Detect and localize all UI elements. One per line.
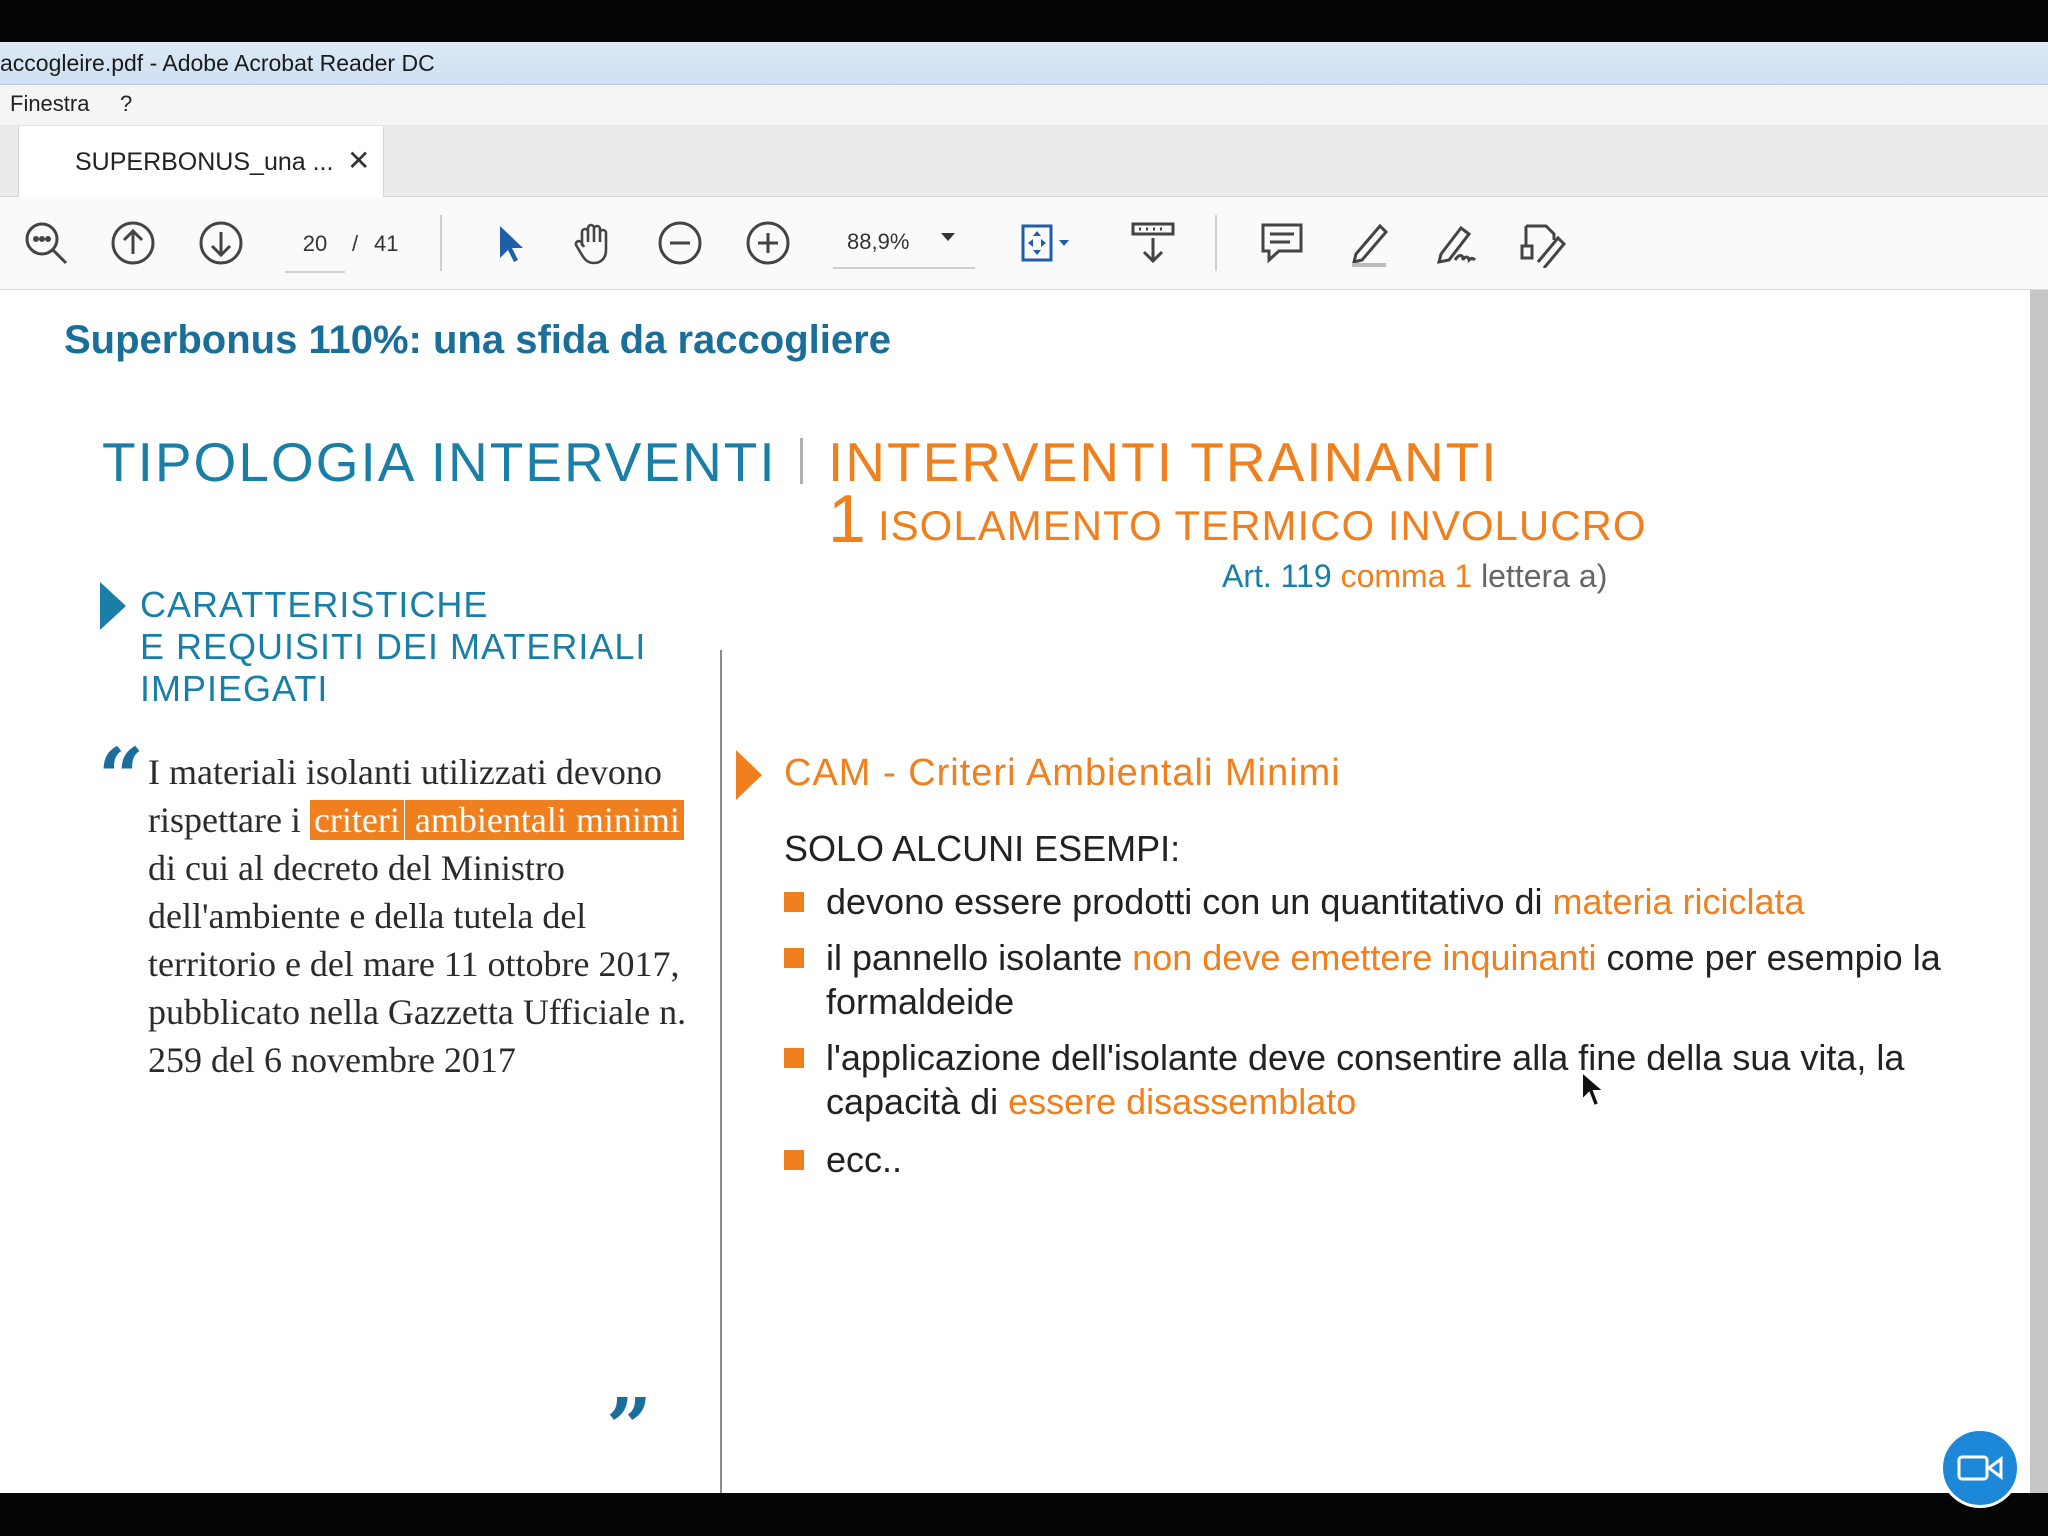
window-title: accogleire.pdf - Adobe Acrobat Reader DC [0, 50, 435, 76]
total-pages: 41 [374, 231, 399, 256]
left-heading-line: E REQUISITI DEI MATERIALI [140, 626, 647, 667]
title-divider [800, 438, 803, 484]
tab-close-icon[interactable]: ✕ [347, 144, 370, 177]
bottom-black-bar [0, 1493, 2048, 1536]
select-arrow-icon[interactable] [480, 215, 536, 271]
left-heading-line: CARATTERISTICHE [140, 584, 489, 625]
bullet-item: l'applicazione dell'isolante deve consen… [826, 1036, 1976, 1124]
open-quote-icon: “ [98, 730, 145, 824]
toolbar: / 41 [0, 197, 2048, 290]
section-title: TIPOLOGIA INTERVENTI [102, 431, 777, 493]
bullet-text: devono essere prodotti con un quantitati… [826, 881, 1553, 922]
article-comma: comma 1 [1340, 558, 1473, 594]
top-black-bar [0, 0, 2048, 42]
comment-icon[interactable] [1254, 215, 1310, 271]
window-titlebar: accogleire.pdf - Adobe Acrobat Reader DC [0, 42, 2048, 85]
page-number-input[interactable] [285, 217, 345, 273]
zoom-out-icon[interactable] [652, 215, 708, 271]
mouse-cursor-icon [1581, 1070, 1606, 1108]
toolbar-divider [1215, 215, 1217, 271]
bullet-text: il pannello isolante [826, 937, 1133, 978]
fit-page-icon[interactable] [1012, 215, 1088, 271]
bullet-highlight: non deve emettere inquinanti [1132, 937, 1597, 978]
article-number: Art. 119 [1222, 558, 1332, 594]
bullet-square-icon [784, 892, 804, 912]
main-title: INTERVENTI TRAINANTI [828, 431, 1499, 493]
bullet-square-icon [784, 1150, 804, 1170]
menu-bar: Finestra ? [0, 85, 2048, 126]
highlight-icon[interactable] [1341, 215, 1397, 271]
close-quote-icon: ” [606, 1380, 653, 1474]
bullet-text: ecc.. [826, 1139, 903, 1180]
scroll-mode-icon[interactable] [1125, 215, 1181, 271]
examples-label: SOLO ALCUNI ESEMPI: [784, 828, 1181, 869]
page-up-icon[interactable] [105, 215, 161, 271]
subtitle: ISOLAMENTO TERMICO INVOLUCRO [878, 502, 1647, 549]
bullet-item: devono essere prodotti con un quantitati… [826, 880, 1976, 924]
bullet-text: l'applicazione dell'isolante deve consen… [826, 1037, 1905, 1122]
cam-triangle-icon [736, 750, 762, 800]
bullet-highlight: essere disassemblato [1008, 1081, 1357, 1122]
bullet-square-icon [784, 948, 804, 968]
zoom-in-icon[interactable] [740, 215, 796, 271]
document-page: Superbonus 110%: una sfida da raccoglier… [0, 290, 2030, 1493]
document-tab[interactable]: SUPERBONUS_una ... ✕ [18, 126, 384, 197]
hand-tool-icon[interactable] [565, 215, 621, 271]
bullet-item: il pannello isolante non deve emettere i… [826, 936, 1976, 1024]
left-heading-line: IMPIEGATI [140, 668, 329, 709]
tab-label: SUPERBONUS_una ... [75, 148, 334, 176]
zoom-level-input[interactable] [833, 217, 975, 269]
quote-part: di cui al decreto del Ministro dell'ambi… [148, 848, 687, 1080]
quote-highlight: ambientali minimi [404, 800, 684, 840]
tab-bar: SUPERBONUS_una ... ✕ [0, 126, 2048, 197]
page-separator: / [352, 231, 359, 256]
video-camera-button[interactable] [1940, 1428, 2020, 1508]
bullet-item: ecc.. [826, 1138, 1976, 1182]
toolbar-divider [440, 215, 442, 271]
menu-item-help[interactable]: ? [120, 91, 132, 117]
quote-highlight: criteri [309, 800, 404, 840]
article-lettera: lettera a) [1481, 558, 1608, 594]
sign-icon[interactable] [1428, 215, 1484, 271]
edit-fill-icon[interactable] [1515, 215, 1571, 271]
left-heading: CARATTERISTICHE E REQUISITI DEI MATERIAL… [140, 584, 646, 710]
video-camera-icon [1957, 1455, 2003, 1481]
heading-triangle-icon [100, 582, 126, 630]
zoom-search-icon[interactable] [18, 215, 74, 271]
column-divider [720, 650, 722, 1493]
bullet-highlight: materia riciclata [1552, 881, 1805, 922]
presentation-header: Superbonus 110%: una sfida da raccoglier… [64, 318, 891, 362]
article-reference: Art. 119 comma 1 lettera a) [1222, 558, 1607, 595]
quote-text: I materiali isolanti utilizzati devono r… [148, 748, 688, 1084]
subtitle-number: 1 [828, 481, 866, 557]
menu-item-finestra[interactable]: Finestra [10, 91, 89, 117]
page-down-icon[interactable] [193, 215, 249, 271]
vertical-scrollbar[interactable] [2030, 290, 2048, 1493]
zoom-dropdown-chevron-icon[interactable] [941, 233, 955, 241]
cam-title: CAM - Criteri Ambientali Minimi [784, 752, 1341, 794]
bullet-square-icon [784, 1048, 804, 1068]
